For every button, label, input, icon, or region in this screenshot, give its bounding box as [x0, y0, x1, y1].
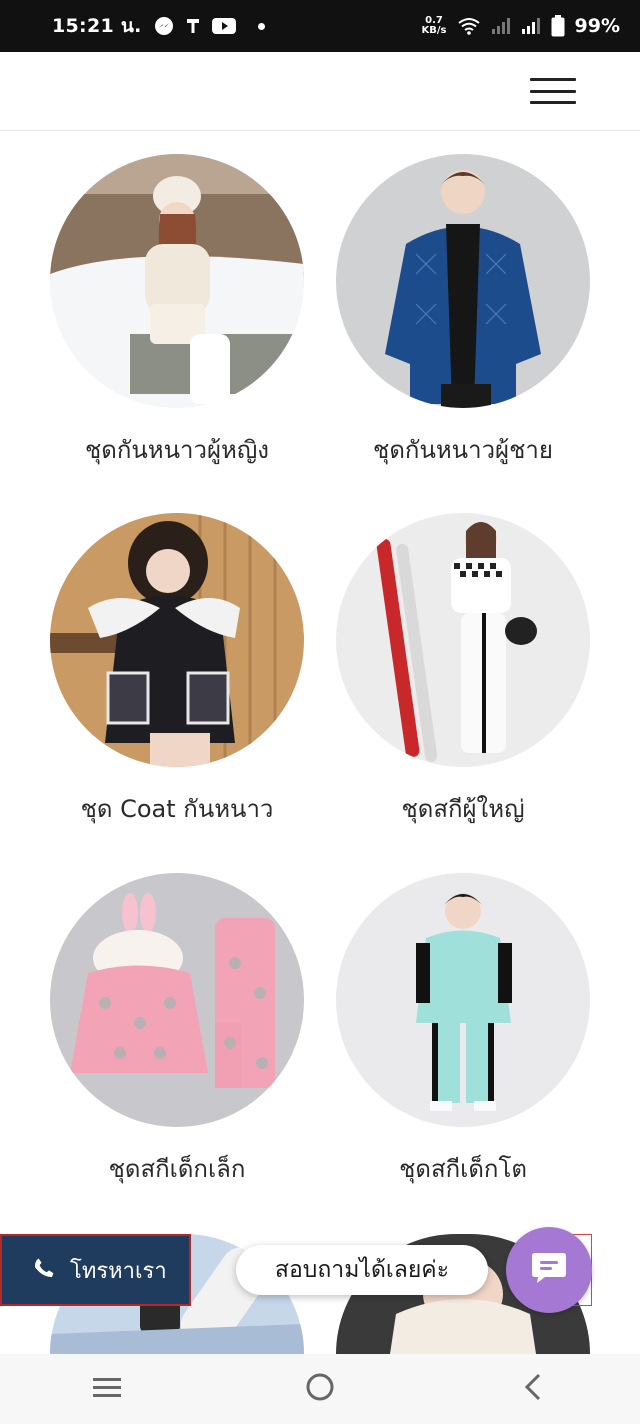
category-label[interactable]: ชุดกันหนาวผู้หญิง — [34, 430, 320, 469]
phone-icon — [32, 1256, 56, 1284]
network-speed: 0.7 KB/s — [422, 16, 447, 36]
category-card[interactable]: ชุดกันหนาวผู้หญิง — [34, 154, 320, 469]
back-button[interactable] — [503, 1359, 563, 1419]
battery-level: 99% — [574, 15, 620, 37]
category-image[interactable] — [336, 513, 590, 767]
hamburger-icon-bar — [530, 89, 576, 93]
category-image[interactable] — [336, 154, 590, 408]
category-image[interactable] — [50, 873, 304, 1127]
category-image[interactable] — [336, 873, 590, 1127]
category-card[interactable]: ชุดสกีผู้ใหญ่ — [320, 513, 606, 828]
category-label[interactable]: ชุดสกีเด็กโต — [320, 1149, 606, 1188]
hamburger-icon — [530, 78, 576, 81]
messenger-icon — [154, 16, 174, 36]
dot-icon — [257, 22, 265, 30]
chat-prompt-bubble[interactable]: สอบถามได้เลยค่ะ — [236, 1245, 488, 1295]
signal-icon — [521, 17, 541, 35]
home-icon — [305, 1372, 335, 1406]
category-card[interactable]: ชุดกันหนาวผู้ชาย — [320, 154, 606, 469]
call-us-button[interactable]: โทรหาเรา — [0, 1234, 191, 1306]
chat-button[interactable] — [506, 1227, 592, 1313]
category-card[interactable]: ชุด Coat กันหนาว — [34, 513, 320, 828]
network-speed-unit: KB/s — [421, 25, 447, 36]
status-time: 15:21 น. — [52, 15, 142, 37]
youtube-icon — [211, 17, 236, 35]
back-icon — [522, 1372, 544, 1406]
hamburger-menu-button[interactable] — [530, 78, 580, 104]
category-label[interactable]: ชุดสกีผู้ใหญ่ — [320, 789, 606, 828]
wifi-icon — [457, 16, 481, 36]
category-image[interactable] — [50, 154, 304, 408]
category-label[interactable]: ชุดกันหนาวผู้ชาย — [320, 430, 606, 469]
battery-icon — [551, 15, 565, 37]
site-header — [0, 52, 640, 131]
usb-icon — [186, 17, 200, 35]
category-label[interactable]: ชุดสกีเด็กเล็ก — [34, 1149, 320, 1188]
status-bar: 15:21 น. 0.7 KB/s 99% — [0, 0, 640, 52]
category-card[interactable]: ชุดสกีเด็กเล็ก — [34, 873, 320, 1188]
category-image[interactable] — [50, 513, 304, 767]
category-card[interactable]: ชุดสกีเด็กโต — [320, 873, 606, 1188]
home-button[interactable] — [290, 1359, 350, 1419]
system-nav-bar — [0, 1354, 640, 1424]
recent-apps-button[interactable] — [77, 1359, 137, 1419]
signal-icon — [491, 17, 511, 35]
hamburger-icon-bar — [530, 101, 576, 104]
category-label[interactable]: ชุด Coat กันหนาว — [34, 789, 320, 828]
recent-apps-icon — [92, 1375, 122, 1403]
call-us-label: โทรหาเรา — [70, 1258, 167, 1284]
chat-icon — [529, 1250, 569, 1290]
